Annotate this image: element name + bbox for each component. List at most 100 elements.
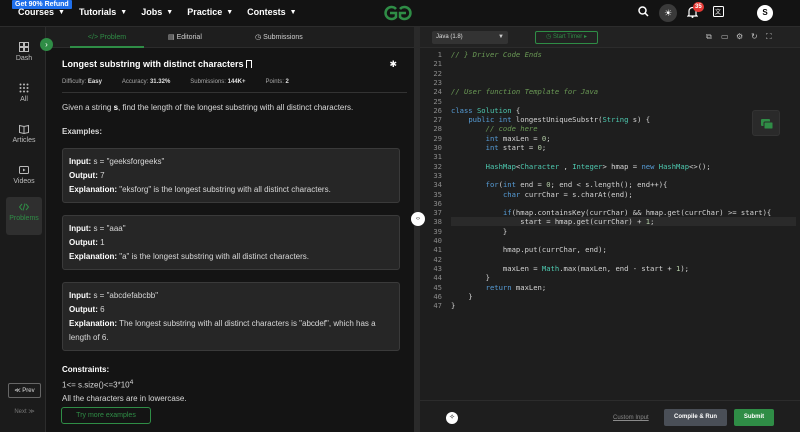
constraints: Constraints: 1<= s.size()<=3*104 All the… — [62, 365, 187, 403]
line-number: 35 — [433, 189, 442, 199]
lightbulb-icon[interactable]: ✧ — [446, 412, 458, 424]
line-number: 43 — [433, 263, 442, 273]
code-line[interactable]: start = hmap.get(currChar) + 1; — [451, 217, 796, 227]
file-icon[interactable]: ▭ — [721, 32, 731, 42]
drag-handle-icon[interactable]: ‹› — [411, 212, 425, 226]
sidebar-item-problems[interactable]: Problems — [6, 197, 42, 235]
line-number: 25 — [433, 96, 442, 106]
bookmark-icon[interactable] — [245, 60, 252, 68]
grid-icon — [19, 83, 29, 93]
fullscreen-icon[interactable]: ⛶ — [766, 32, 776, 42]
language-select[interactable]: Java (1.8) ▼ — [432, 31, 508, 44]
svg-text:文: 文 — [715, 8, 721, 16]
submissions: Submissions: 144K+ — [190, 79, 246, 85]
editorial-icon: ▤ — [168, 34, 175, 41]
top-navbar: Get 90% Refund Courses ▼ Tutorials ▼ Jobs ▼… — [0, 0, 800, 27]
settings-icon[interactable]: ⚙ — [736, 32, 746, 42]
code-line[interactable]: } — [451, 301, 455, 310]
sidebar: Dash All Articles Videos Problems ≪ Prev… — [0, 27, 46, 432]
code-line[interactable]: int start = 0; — [451, 143, 547, 152]
code-line[interactable]: HashMap<Character , Integer> hmap = new … — [451, 162, 711, 171]
try-more-examples-button[interactable]: Try more examples — [61, 407, 151, 424]
start-timer-button[interactable]: ◷ Start Timer ▸ — [535, 31, 598, 44]
sidebar-item-all[interactable]: All — [6, 78, 42, 116]
nav-jobs[interactable]: Jobs ▼ — [141, 7, 173, 17]
prev-problem-button[interactable]: ≪ Prev — [8, 383, 41, 398]
user-avatar[interactable]: S — [757, 5, 773, 21]
code-line[interactable]: int maxLen = 0; — [451, 134, 551, 143]
line-number: 24 — [433, 87, 442, 97]
line-number: 22 — [433, 68, 442, 78]
example-box: Input: s = "aaa" Output: 1 Explanation: … — [62, 215, 400, 270]
problem-content: Longest substring with distinct characte… — [62, 59, 407, 432]
code-line[interactable]: char currChar = s.charAt(end); — [451, 190, 633, 199]
chat-icon — [761, 119, 774, 130]
code-icon — [19, 203, 29, 211]
tab-submissions[interactable]: ◷ Submissions — [255, 27, 303, 48]
translate-icon[interactable]: 文 — [713, 6, 724, 20]
line-number: 37 — [433, 208, 442, 218]
video-icon — [19, 166, 29, 174]
main-nav: Courses ▼ Tutorials ▼ Jobs ▼ Practice ▼ Cont… — [18, 7, 297, 17]
chat-button[interactable] — [752, 110, 780, 136]
copy-icon[interactable]: ⧉ — [706, 32, 716, 42]
code-line[interactable]: if(hmap.containsKey(currChar) && hmap.ge… — [451, 208, 771, 217]
line-number: 45 — [433, 282, 442, 292]
sidebar-item-videos[interactable]: Videos — [6, 160, 42, 198]
sidebar-item-articles[interactable]: Articles — [6, 119, 42, 157]
accuracy: Accuracy: 31.32% — [121, 79, 171, 85]
code-editor-panel: Java (1.8) ▼ ◷ Start Timer ▸ ⧉ ▭ ⚙ ↻ ⛶ 1 /… — [420, 27, 800, 432]
code-line[interactable]: class Solution { — [451, 106, 520, 115]
line-number: 29 — [433, 133, 442, 143]
nav-practice[interactable]: Practice ▼ — [187, 7, 233, 17]
search-icon[interactable] — [638, 6, 649, 20]
next-problem-button[interactable]: Next ≫ — [8, 405, 41, 420]
line-number: 40 — [433, 236, 442, 245]
chevron-down-icon: ▼ — [166, 8, 174, 16]
nav-contests[interactable]: Contests ▼ — [247, 7, 296, 17]
tab-editorial[interactable]: ▤ Editorial — [168, 27, 202, 48]
line-number: 30 — [433, 143, 442, 152]
line-number: 1 — [437, 50, 442, 59]
line-number: 34 — [433, 180, 442, 190]
code-line[interactable]: public int longestUniqueSubstr(String s)… — [451, 115, 650, 124]
code-line[interactable]: // code here — [451, 124, 538, 133]
problem-meta: Difficulty: Easy Accuracy: 31.32% Submis… — [62, 79, 407, 85]
nav-courses[interactable]: Courses ▼ — [18, 7, 65, 17]
line-number: 32 — [433, 161, 442, 171]
line-number: 38 — [433, 217, 442, 227]
chevron-down-icon: ▼ — [226, 8, 234, 16]
line-number: 47 — [433, 301, 442, 311]
code-area[interactable]: 1 // } Driver Code Ends 21 22 23 24 // User fu… — [420, 48, 800, 428]
code-line[interactable]: } — [451, 292, 472, 301]
notification-count: 35 — [693, 2, 704, 12]
editor-footer: ✧ Custom Input Compile & Run Submit — [420, 400, 800, 432]
report-bug-icon[interactable]: ✱ — [389, 59, 397, 70]
chevron-down-icon: ▼ — [120, 8, 128, 16]
problem-title: Longest substring with distinct characte… — [62, 59, 407, 69]
line-number: 31 — [433, 152, 442, 162]
code-line[interactable]: // } Driver Code Ends — [451, 50, 542, 59]
code-line[interactable]: return maxLen; — [451, 283, 547, 292]
code-line[interactable]: hmap.put(currChar, end); — [451, 245, 607, 254]
nav-tutorials[interactable]: Tutorials ▼ — [79, 7, 127, 17]
compile-run-button[interactable]: Compile & Run — [664, 409, 727, 426]
code-line[interactable]: } — [451, 227, 507, 236]
line-number: 46 — [433, 291, 442, 301]
code-line[interactable]: } — [451, 273, 490, 282]
code-line[interactable]: // User function Template for Java — [451, 87, 598, 96]
tab-problem[interactable]: </> Problem — [70, 27, 144, 48]
code-line[interactable]: maxLen = Math.max(maxLen, end - start + … — [451, 264, 689, 273]
book-icon — [19, 124, 29, 134]
line-number: 44 — [433, 273, 442, 283]
line-number: 33 — [433, 170, 442, 180]
reset-icon[interactable]: ↻ — [751, 32, 761, 42]
problem-tabs: </> Problem ▤ Editorial ◷ Submissions — [46, 27, 414, 48]
gfg-logo-icon[interactable] — [380, 3, 416, 23]
custom-input-link[interactable]: Custom Input — [613, 415, 649, 421]
theme-toggle-icon[interactable]: ☀ — [659, 4, 677, 22]
sidebar-item-dash[interactable]: Dash — [6, 37, 42, 75]
code-line[interactable]: for(int end = 0; end < s.length(); end++… — [451, 180, 668, 189]
expand-sidebar-icon[interactable]: › — [40, 38, 53, 51]
submit-button[interactable]: Submit — [734, 409, 774, 426]
